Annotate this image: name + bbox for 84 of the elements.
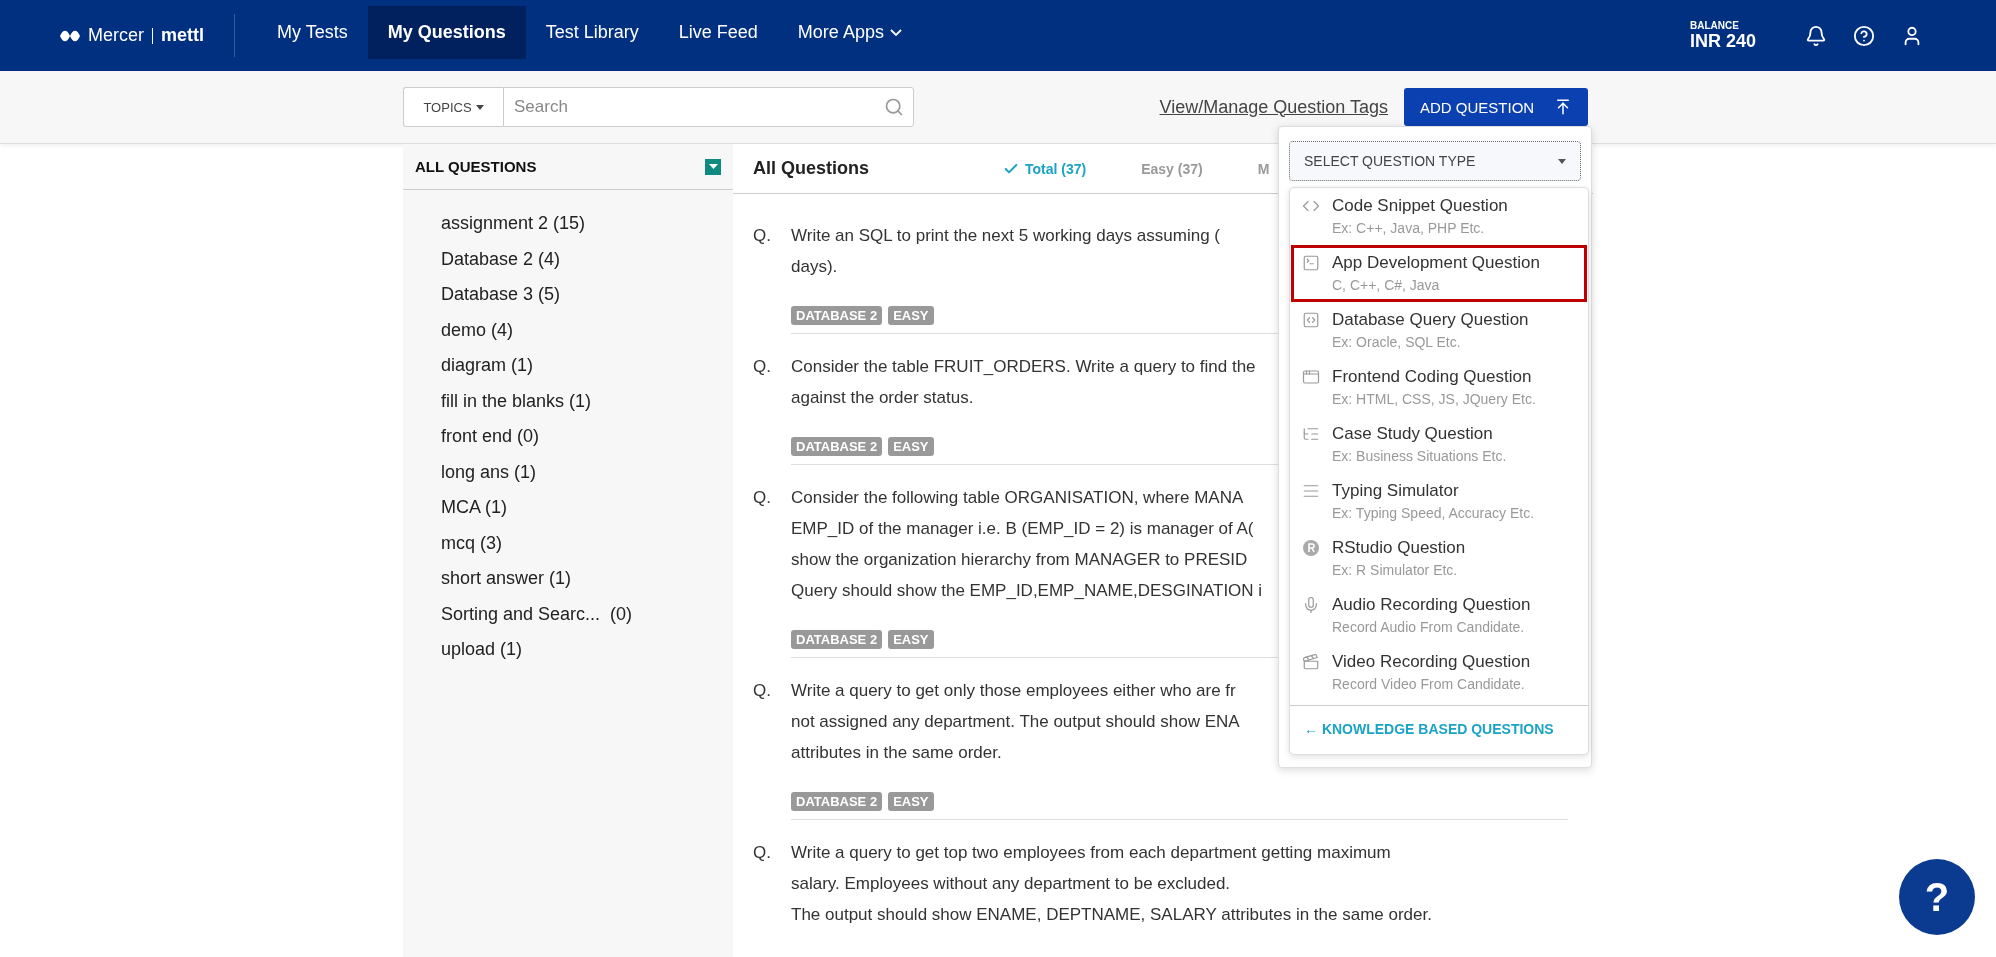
question-text: Write a query to get only those employees either who are fr bbox=[791, 680, 1237, 702]
logo-brand: Mercer bbox=[88, 25, 144, 46]
question-type-item[interactable]: App Development Question C, C++, C#, Java bbox=[1291, 245, 1587, 302]
sidebar-title: ALL QUESTIONS bbox=[415, 158, 537, 175]
microphone-icon bbox=[1302, 596, 1320, 614]
topic-item[interactable]: assignment 2 (15) bbox=[441, 206, 733, 242]
topic-item[interactable]: Database 2 (4) bbox=[441, 241, 733, 277]
tag: DATABASE 2 bbox=[791, 630, 883, 649]
upload-icon bbox=[1554, 98, 1572, 116]
question-text: Write a query to get top two employees from each department getting maximum bbox=[791, 842, 1392, 864]
search-icon bbox=[884, 97, 904, 117]
question-prefix: Q. bbox=[753, 680, 772, 702]
topic-item[interactable]: fill in the blanks (1) bbox=[441, 383, 733, 419]
window-icon bbox=[1302, 368, 1320, 386]
question-prefix: Q. bbox=[753, 842, 772, 864]
terminal-icon bbox=[1302, 254, 1320, 272]
nav-tab[interactable]: Live Feed bbox=[658, 6, 778, 59]
topic-item[interactable]: front end (0) bbox=[441, 419, 733, 455]
question-text: show the organization hierarchy from MANAGER to PRESID bbox=[791, 549, 1249, 571]
code-square-icon bbox=[1302, 311, 1320, 329]
question-type-item[interactable]: RStudio Question Ex: R Simulator Etc. bbox=[1291, 530, 1587, 587]
logo-product: mettl bbox=[161, 25, 205, 46]
balance-value: INR 240 bbox=[1689, 30, 1756, 52]
question-text: against the order status. bbox=[791, 387, 975, 409]
help-button[interactable]: ? bbox=[1899, 859, 1975, 935]
chevron-down-icon bbox=[889, 29, 902, 36]
topic-item[interactable]: MCA (1) bbox=[441, 490, 733, 526]
balance-label: BALANCE bbox=[1689, 19, 1740, 31]
tag: EASY bbox=[888, 792, 934, 811]
nav-tab[interactable]: Test Library bbox=[525, 6, 659, 59]
tag: EASY bbox=[888, 437, 934, 456]
topic-item[interactable]: Sorting and Searc... (0) bbox=[441, 596, 733, 632]
caret-icon bbox=[1558, 158, 1566, 164]
nav-tab[interactable]: More Apps bbox=[777, 6, 922, 59]
question-type-item[interactable]: Typing Simulator Ex: Typing Speed, Accuracy Etc. bbox=[1291, 473, 1587, 530]
question-text: days). bbox=[791, 256, 839, 278]
add-question-button[interactable]: ADD QUESTION bbox=[1404, 88, 1588, 126]
question-type-item[interactable]: Code Snippet Question Ex: C++, Java, PHP Etc. bbox=[1291, 188, 1587, 245]
question-type-item[interactable]: Database Query Question Ex: Oracle, SQL Etc. bbox=[1291, 302, 1587, 359]
nav-tab[interactable]: My Questions bbox=[367, 6, 526, 59]
tree-icon bbox=[1302, 425, 1320, 443]
question-text: Write an SQL to print the next 5 working days assuming ( bbox=[791, 225, 1220, 247]
help-icon[interactable] bbox=[1853, 24, 1875, 47]
question-type-item[interactable]: Case Study Question Ex: Business Situations Etc. bbox=[1291, 416, 1587, 473]
bell-icon[interactable] bbox=[1805, 24, 1827, 47]
question-type-select[interactable]: SELECT QUESTION TYPE bbox=[1289, 141, 1581, 181]
question-type-item[interactable]: Audio Recording Question Record Audio From Candidate. bbox=[1291, 587, 1587, 644]
clapperboard-icon bbox=[1302, 653, 1320, 671]
topic-item[interactable]: mcq (3) bbox=[441, 525, 733, 561]
question-text: EMP_ID of the manager i.e. B (EMP_ID = 2) is manager of A( bbox=[791, 518, 1255, 540]
question-text: not assigned any department. The output should show ENA bbox=[791, 711, 1240, 733]
caret-icon bbox=[475, 104, 484, 110]
question-prefix: Q. bbox=[753, 225, 772, 247]
topic-item[interactable]: short answer (1) bbox=[441, 561, 733, 597]
manage-tags-link[interactable]: View/Manage Question Tags bbox=[1159, 96, 1388, 118]
question-text: Query should show the EMP_ID,EMP_NAME,DESGINATION i bbox=[791, 580, 1263, 602]
question-text: salary. Employees without any department to be excluded. bbox=[791, 873, 1232, 895]
lines-icon bbox=[1302, 482, 1320, 500]
caret-icon bbox=[708, 164, 718, 169]
topic-item[interactable]: upload (1) bbox=[441, 632, 733, 668]
topic-item[interactable]: long ans (1) bbox=[441, 454, 733, 490]
question-text: The output should show ENAME, DEPTNAME, SALARY attributes in the same order. bbox=[791, 904, 1432, 926]
tag: DATABASE 2 bbox=[791, 792, 883, 811]
topics-dropdown[interactable]: TOPICS bbox=[403, 87, 503, 127]
nav-tab[interactable]: My Tests bbox=[257, 6, 368, 59]
topic-item[interactable]: demo (4) bbox=[441, 312, 733, 348]
tag: EASY bbox=[888, 630, 934, 649]
collapse-toggle[interactable] bbox=[705, 158, 721, 175]
question-text: attributes in the same order. bbox=[791, 742, 1003, 764]
question-text: Consider the table FRUIT_ORDERS. Write a query to find the bbox=[791, 356, 1256, 378]
tag: DATABASE 2 bbox=[791, 306, 883, 325]
circle-icon bbox=[1302, 539, 1320, 557]
topic-item[interactable]: Database 3 (5) bbox=[441, 277, 733, 313]
question-prefix: Q. bbox=[753, 356, 772, 378]
content-title: All Questions bbox=[753, 158, 870, 179]
question-type-item[interactable]: Frontend Coding Question Ex: HTML, CSS, JS, JQuery Etc. bbox=[1291, 359, 1587, 416]
question-text: Consider the following table ORGANISATION, where MANA bbox=[791, 487, 1245, 509]
tag: EASY bbox=[888, 306, 934, 325]
question-type-item[interactable]: Video Recording Question Record Video From Candidate. bbox=[1291, 644, 1587, 701]
search-field[interactable]: Search bbox=[503, 87, 914, 127]
topic-item[interactable]: diagram (1) bbox=[441, 348, 733, 384]
logo-icon bbox=[60, 28, 80, 43]
question-prefix: Q. bbox=[753, 487, 772, 509]
tag: DATABASE 2 bbox=[791, 437, 883, 456]
